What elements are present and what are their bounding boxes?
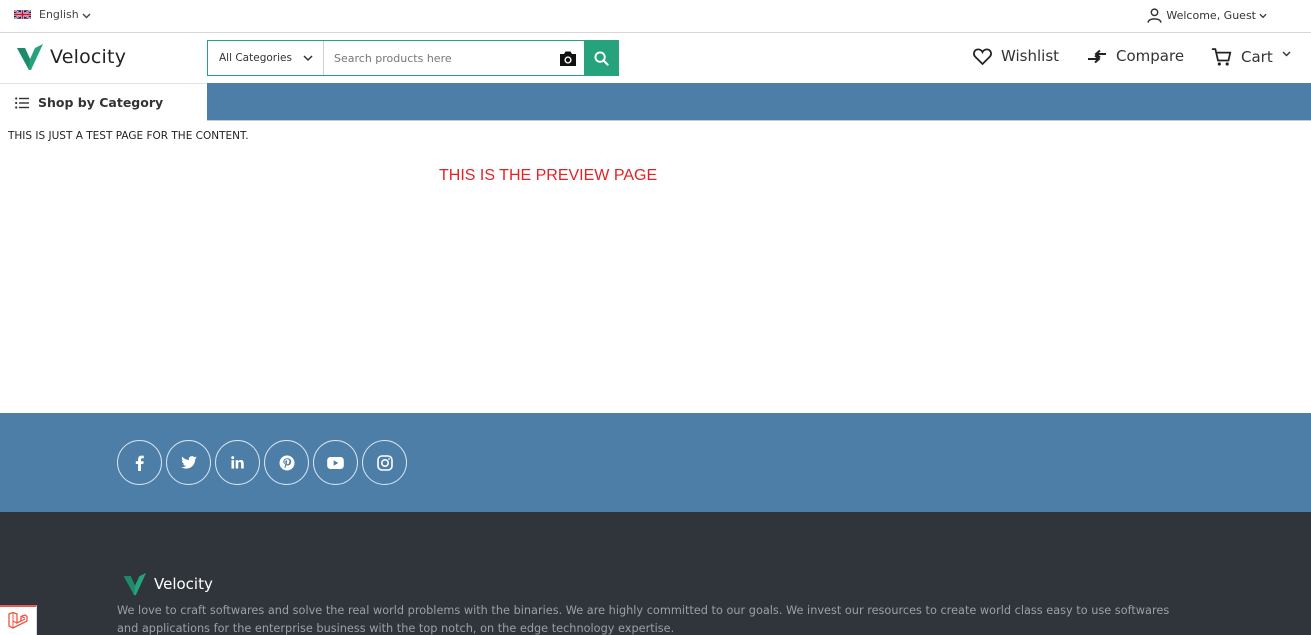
velocity-logo-icon — [17, 44, 43, 70]
linkedin-icon — [231, 456, 244, 469]
cart-label: Cart — [1241, 48, 1273, 66]
heart-icon — [973, 48, 992, 65]
category-nav-bar: Shop by Category — [0, 83, 1311, 121]
test-page-text: THIS IS JUST A TEST PAGE FOR THE CONTENT… — [8, 130, 249, 142]
debugbar-toggle[interactable] — [0, 605, 37, 635]
site-logo[interactable]: Velocity — [16, 43, 126, 71]
laravel-logo-icon — [8, 612, 28, 629]
pinterest-link[interactable] — [264, 440, 309, 485]
search-button[interactable] — [584, 40, 619, 76]
chevron-down-icon — [82, 13, 91, 18]
footer-logo[interactable]: Velocity — [123, 572, 213, 596]
category-select[interactable]: All Categories — [208, 41, 324, 75]
top-bar: English Welcome, Guest — [0, 0, 1311, 33]
pinterest-icon — [279, 455, 294, 470]
youtube-icon — [327, 456, 344, 469]
twitter-icon — [180, 456, 197, 469]
social-links — [117, 440, 407, 485]
logo-text: Velocity — [50, 46, 127, 68]
camera-icon — [559, 51, 576, 66]
search-input[interactable] — [324, 41, 551, 75]
language-label: English — [39, 8, 79, 21]
wishlist-label: Wishlist — [1001, 47, 1060, 65]
facebook-link[interactable] — [117, 440, 162, 485]
welcome-label: Welcome, Guest — [1166, 9, 1256, 22]
cart-link[interactable]: Cart — [1211, 47, 1291, 67]
chevron-down-icon — [1282, 51, 1291, 57]
footer-description: We love to craft softwares and solve the… — [117, 604, 1170, 635]
wishlist-link[interactable]: Wishlist — [973, 47, 1059, 65]
list-menu-icon — [15, 96, 29, 109]
compare-icon — [1088, 49, 1106, 63]
shop-by-category-button[interactable]: Shop by Category — [0, 83, 207, 121]
search-bar: All Categories — [207, 40, 619, 76]
preview-heading: THIS IS THE PREVIEW PAGE — [439, 167, 658, 184]
chevron-down-icon — [1259, 13, 1267, 18]
language-selector[interactable]: English — [14, 8, 91, 21]
main-header: Velocity All Categories Wishlist Compare… — [0, 33, 1311, 83]
instagram-icon — [376, 454, 393, 471]
cart-icon — [1211, 48, 1232, 66]
footer-logo-text: Velocity — [154, 575, 213, 593]
linkedin-link[interactable] — [215, 440, 260, 485]
velocity-logo-icon — [123, 572, 147, 596]
social-footer — [0, 413, 1311, 512]
compare-link[interactable]: Compare — [1087, 47, 1184, 65]
shop-by-category-label: Shop by Category — [38, 95, 164, 110]
uk-flag-icon — [14, 9, 31, 20]
instagram-link[interactable] — [362, 440, 407, 485]
twitter-link[interactable] — [166, 440, 211, 485]
user-icon — [1147, 8, 1162, 23]
site-footer: Velocity We love to craft softwares and … — [0, 512, 1311, 635]
facebook-icon — [135, 455, 144, 471]
compare-label: Compare — [1116, 47, 1185, 65]
youtube-link[interactable] — [313, 440, 358, 485]
account-menu[interactable]: Welcome, Guest — [1146, 7, 1267, 24]
search-icon — [594, 50, 609, 66]
category-select-value: All Categories — [219, 52, 292, 64]
image-search-button[interactable] — [551, 41, 584, 75]
chevron-down-icon — [303, 54, 313, 61]
